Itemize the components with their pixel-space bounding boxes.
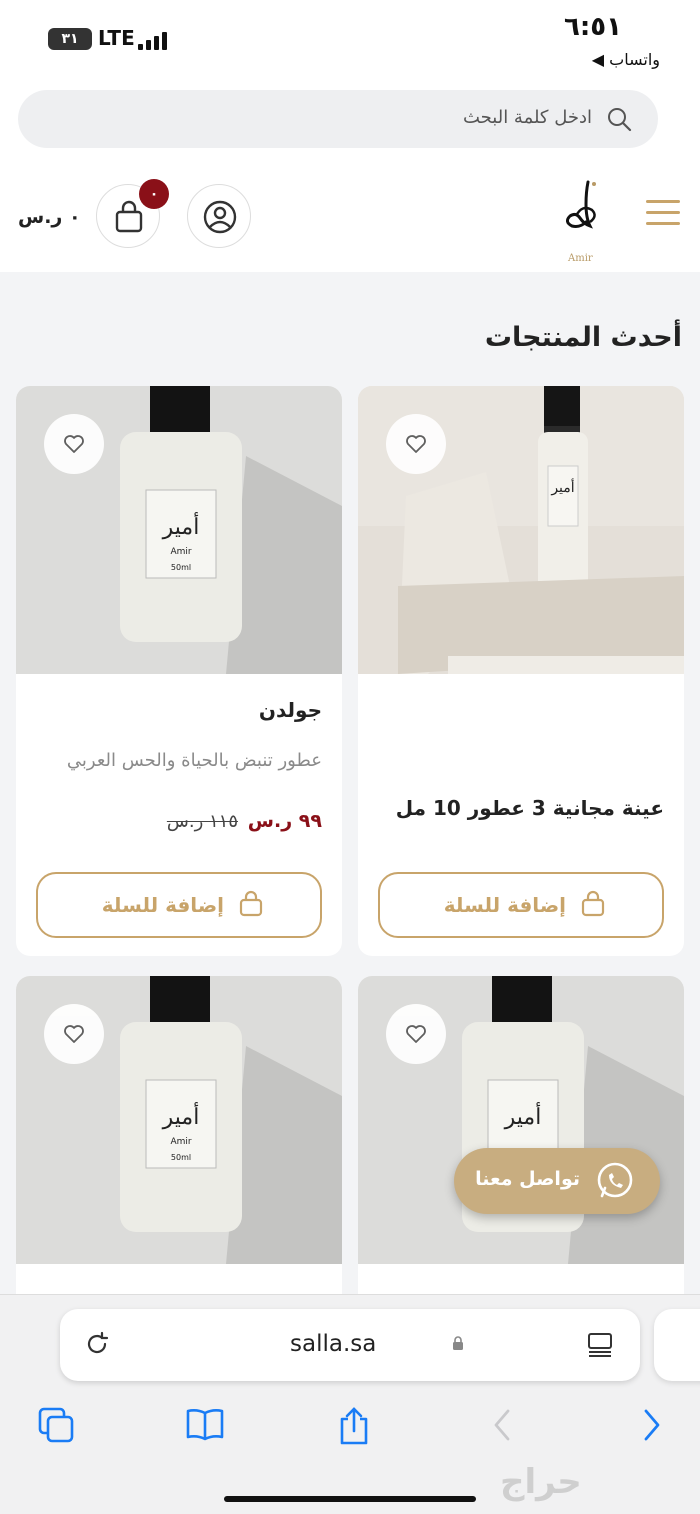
wishlist-button[interactable] — [44, 1004, 104, 1064]
wishlist-button[interactable] — [44, 414, 104, 474]
whatsapp-label: تواصل معنا — [475, 1168, 580, 1190]
add-to-cart-label: إضافة للسلة — [101, 893, 224, 917]
signal-icon — [138, 30, 172, 50]
tabs-icon[interactable] — [36, 1405, 76, 1445]
back-to-app-link[interactable]: ◀ واتساب — [592, 50, 660, 69]
store-header: Amir ٠ ٠ ر.س — [0, 164, 700, 272]
svg-text:50ml: 50ml — [171, 563, 191, 572]
watermark: حراج — [500, 1462, 582, 1502]
svg-text:50ml: 50ml — [171, 1153, 191, 1162]
home-indicator[interactable] — [224, 1496, 476, 1502]
back-icon[interactable] — [488, 1405, 516, 1445]
wishlist-button[interactable] — [386, 414, 446, 474]
svg-text:أمير: أمير — [162, 511, 200, 540]
product-title[interactable]: جولدن — [259, 698, 322, 722]
cart-count-badge: ٠ — [139, 179, 169, 209]
reload-icon[interactable] — [82, 1329, 112, 1359]
section-title: أحدث المنتجات — [484, 322, 682, 353]
lock-icon — [453, 1336, 463, 1350]
add-to-cart-button[interactable]: إضافة للسلة — [378, 872, 664, 938]
forward-icon[interactable] — [638, 1405, 666, 1445]
heart-icon — [64, 1025, 84, 1043]
shopping-bag-icon — [581, 890, 605, 917]
shopping-bag-icon — [239, 890, 263, 917]
status-time: ٦:٥١ — [563, 12, 622, 42]
cart-total: ٠ ر.س — [18, 206, 81, 228]
search-placeholder: ادخل كلمة البحث — [462, 107, 592, 128]
wishlist-button[interactable] — [386, 1004, 446, 1064]
address-bar[interactable]: salla.sa — [60, 1309, 640, 1381]
svg-text:أمير: أمير — [162, 1101, 200, 1130]
add-to-cart-button[interactable]: إضافة للسلة — [36, 872, 322, 938]
product-card[interactable]: أمير Amir 50ml — [16, 976, 342, 1316]
product-old-price: ١١٥ ر.س — [166, 811, 238, 832]
whatsapp-icon — [597, 1162, 633, 1198]
logo-calligraphy-icon — [565, 180, 596, 229]
url-host: salla.sa — [290, 1331, 377, 1357]
battery-icon: ٣١ — [48, 28, 92, 50]
add-to-cart-label: إضافة للسلة — [443, 893, 566, 917]
menu-icon[interactable] — [646, 198, 680, 228]
heart-icon — [406, 435, 426, 453]
search-icon — [608, 108, 632, 132]
product-card[interactable]: أمير — [358, 976, 684, 1316]
network-label: LTE — [98, 26, 135, 50]
heart-icon — [64, 435, 84, 453]
browser-toolbar: salla.sa — [0, 1294, 700, 1514]
product-card[interactable]: أمير عينة مجانية 3 عطور 10 مل إضافة للسل… — [358, 386, 684, 956]
svg-text:Amir: Amir — [170, 1137, 191, 1147]
store-logo[interactable]: Amir — [554, 174, 612, 266]
cart-button[interactable]: ٠ — [96, 179, 169, 248]
reader-mode-icon[interactable] — [586, 1331, 614, 1359]
svg-text:أمير: أمير — [504, 1101, 542, 1130]
bookmarks-icon[interactable] — [184, 1405, 226, 1445]
search-input[interactable]: ادخل كلمة البحث — [18, 90, 658, 148]
user-icon — [203, 200, 237, 234]
next-tab-preview[interactable] — [654, 1309, 700, 1381]
share-icon[interactable] — [334, 1405, 374, 1447]
product-price: ٩٩ ر.س — [247, 810, 322, 832]
account-button[interactable] — [187, 184, 251, 248]
search-bar-container: ادخل كلمة البحث — [0, 78, 700, 164]
product-title[interactable]: عينة مجانية 3 عطور 10 مل — [396, 796, 664, 820]
heart-icon — [406, 1025, 426, 1043]
product-description: عطور تنبض بالحياة والحس العربي — [66, 750, 322, 771]
logo-text: Amir — [568, 253, 593, 264]
product-card[interactable]: أمير Amir 50ml جولدن عطور تنبض بالحياة و… — [16, 386, 342, 956]
svg-text:Amir: Amir — [170, 547, 191, 557]
whatsapp-contact-button[interactable]: تواصل معنا — [454, 1148, 660, 1214]
status-bar: ٦:٥١ ◀ واتساب ٣١ LTE — [0, 0, 700, 78]
svg-text:أمير: أمير — [550, 477, 574, 496]
